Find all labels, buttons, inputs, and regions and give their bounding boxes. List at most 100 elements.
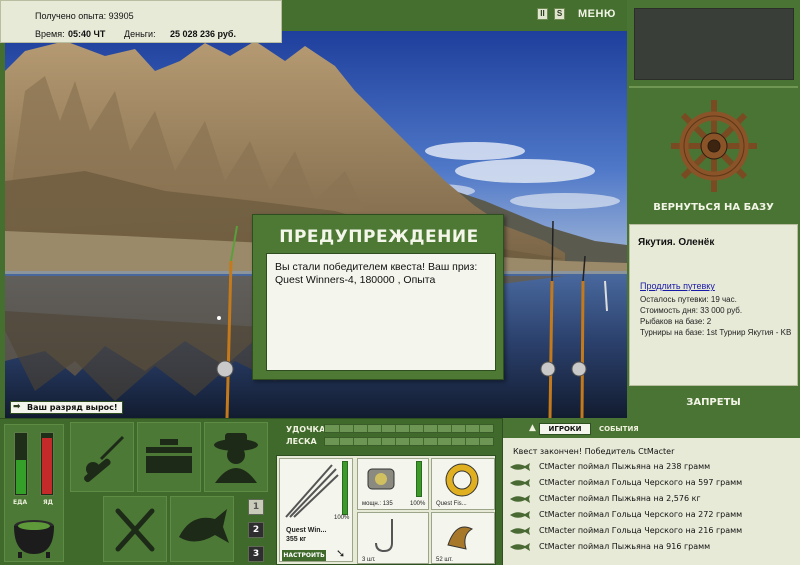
tackle-box-icon bbox=[146, 439, 192, 473]
food-button[interactable] bbox=[103, 496, 167, 562]
arrow-up-icon: ▲ bbox=[529, 423, 536, 433]
bar-tick bbox=[395, 438, 396, 445]
fishing-line-spool-icon bbox=[445, 463, 479, 497]
reel-slot[interactable]: мощн.: 135 100% bbox=[357, 458, 429, 510]
event-row: CtMacter поймал Пыжьяна на 238 грамм bbox=[509, 460, 795, 474]
bar-tick bbox=[479, 438, 480, 445]
tackle-button[interactable] bbox=[70, 422, 134, 492]
catch-button[interactable] bbox=[170, 496, 234, 562]
rod-slot[interactable]: 100% Quest Win... 355 кг НАСТРОИТЬ ➘ bbox=[279, 458, 353, 562]
hook-slot[interactable]: 3 шт. bbox=[357, 512, 429, 564]
bar-tick bbox=[479, 425, 480, 432]
poison-label: ЯД bbox=[43, 499, 53, 506]
return-to-base-button[interactable]: ВЕРНУТЬСЯ НА БАЗУ bbox=[627, 202, 800, 213]
menu-button[interactable]: МЕНЮ bbox=[578, 8, 616, 20]
bar-tick bbox=[409, 438, 410, 445]
ship-wheel-icon[interactable] bbox=[669, 96, 759, 196]
event-text: CtMacter поймал Пыжьяна на 2,576 кг bbox=[539, 494, 701, 503]
bar-tick bbox=[381, 425, 382, 432]
events-panel: ▲ ИГРОКИ СОБЫТИЯ Квест закончен! Победит… bbox=[502, 418, 800, 565]
rod-name: Quest Win... bbox=[286, 527, 327, 534]
fish-icon bbox=[510, 463, 530, 471]
bar-tick bbox=[339, 438, 340, 445]
hook-icon bbox=[375, 519, 393, 553]
line-name: Quest Fis... bbox=[436, 501, 467, 507]
bait-slot[interactable]: 52 шт. bbox=[431, 512, 495, 564]
event-text: CtMacter поймал Гольца Черского на 272 г… bbox=[539, 510, 743, 519]
fishing-rod-icon bbox=[84, 435, 125, 483]
tackle-box-button[interactable] bbox=[137, 422, 201, 492]
poison-meter-fill bbox=[42, 438, 52, 494]
fisherman-button[interactable] bbox=[204, 422, 268, 492]
rod-setup-panel: 100% Quest Win... 355 кг НАСТРОИТЬ ➘ мощ… bbox=[276, 455, 496, 565]
bar-tick bbox=[367, 425, 368, 432]
configure-button[interactable]: НАСТРОИТЬ bbox=[282, 550, 326, 561]
fish-icon bbox=[510, 511, 530, 519]
arrow-right-icon: ➡ bbox=[13, 402, 21, 412]
tab-players[interactable]: ИГРОКИ bbox=[539, 423, 591, 435]
bar-tick bbox=[451, 438, 452, 445]
line-tension-bar bbox=[324, 437, 494, 446]
bar-tick bbox=[367, 438, 368, 445]
line-label: ЛЕСКА bbox=[286, 437, 317, 446]
bar-tick bbox=[423, 438, 424, 445]
money-value: 25 028 236 руб. bbox=[170, 29, 236, 39]
reel-condition: 100% bbox=[410, 501, 426, 507]
fish-icon bbox=[510, 543, 530, 551]
fish-icon bbox=[179, 509, 229, 543]
rod-condition-bar bbox=[342, 461, 348, 515]
cauldron-icon[interactable] bbox=[10, 514, 58, 560]
bar-tick bbox=[353, 425, 354, 432]
rod-image-icon bbox=[285, 464, 339, 518]
location-name: Якутия. Оленёк bbox=[638, 237, 715, 248]
extend-permit-link[interactable]: Продлить путевку bbox=[640, 281, 715, 291]
rank-up-badge[interactable]: ➡ Ваш разряд вырос! bbox=[10, 401, 123, 414]
food-label: ЕДА bbox=[13, 499, 28, 506]
time-value: 05:40 ЧТ bbox=[68, 29, 106, 39]
food-meter-fill bbox=[16, 460, 26, 494]
inventory-tab-2[interactable]: 2 bbox=[248, 522, 264, 538]
line-slot[interactable]: Quest Fis... bbox=[431, 458, 495, 510]
bar-tick bbox=[437, 438, 438, 445]
events-header: ▲ ИГРОКИ СОБЫТИЯ bbox=[503, 418, 800, 438]
event-row: CtMacter поймал Пыжьяна на 916 грамм bbox=[509, 540, 795, 554]
rod-condition: 100% bbox=[334, 515, 350, 521]
inventory-tab-1[interactable]: 1 bbox=[248, 499, 264, 515]
reel-icon bbox=[367, 468, 395, 490]
fish-icon bbox=[510, 495, 530, 503]
fish-icon bbox=[510, 527, 530, 535]
event-text: CtMacter поймал Пыжьяна на 238 грамм bbox=[539, 462, 711, 471]
experience-label: Получено опыта: 93905 bbox=[35, 11, 134, 21]
reel-power: мощн.: 135 bbox=[362, 501, 393, 507]
bar-tick bbox=[451, 425, 452, 432]
rod-weight: 355 кг bbox=[286, 536, 307, 543]
fisherman-icon bbox=[214, 433, 258, 483]
sound-button[interactable]: S bbox=[554, 8, 565, 20]
bar-tick bbox=[353, 438, 354, 445]
anglers-count: Рыбаков на базе: 2 bbox=[640, 317, 712, 326]
event-text: CtMacter поймал Пыжьяна на 916 грамм bbox=[539, 542, 711, 551]
rod-label: УДОЧКА bbox=[286, 425, 326, 434]
bar-tick bbox=[409, 425, 410, 432]
bar-tick bbox=[339, 425, 340, 432]
dialog-message: Вы стали победителем квеста! Ваш приз: Q… bbox=[266, 253, 496, 371]
warning-dialog[interactable]: ПРЕДУПРЕЖДЕНИЕ Вы стали победителем квес… bbox=[252, 214, 504, 380]
bait-icon bbox=[447, 526, 474, 550]
poison-meter bbox=[40, 432, 54, 496]
bar-tick bbox=[381, 438, 382, 445]
bar-tick bbox=[423, 425, 424, 432]
pause-button[interactable]: II bbox=[537, 8, 548, 20]
bans-button[interactable]: ЗАПРЕТЫ bbox=[627, 397, 800, 408]
money-label: Деньги: bbox=[124, 29, 156, 39]
time-label: Время: bbox=[35, 29, 65, 39]
tab-events[interactable]: СОБЫТИЯ bbox=[599, 425, 639, 433]
event-row: CtMacter поймал Гольца Черского на 597 г… bbox=[509, 476, 795, 490]
inventory-tab-3[interactable]: 3 bbox=[248, 546, 264, 562]
bar-tick bbox=[395, 425, 396, 432]
rod-tension-bar bbox=[324, 424, 494, 433]
game-root: Получено опыта: 93905 Время: 05:40 ЧТ Де… bbox=[0, 0, 800, 565]
event-text: CtMacter поймал Гольца Черского на 216 г… bbox=[539, 526, 743, 535]
bait-count: 52 шт. bbox=[436, 557, 453, 563]
info-screen bbox=[634, 8, 794, 80]
arrow-down-right-icon: ➘ bbox=[336, 548, 346, 560]
